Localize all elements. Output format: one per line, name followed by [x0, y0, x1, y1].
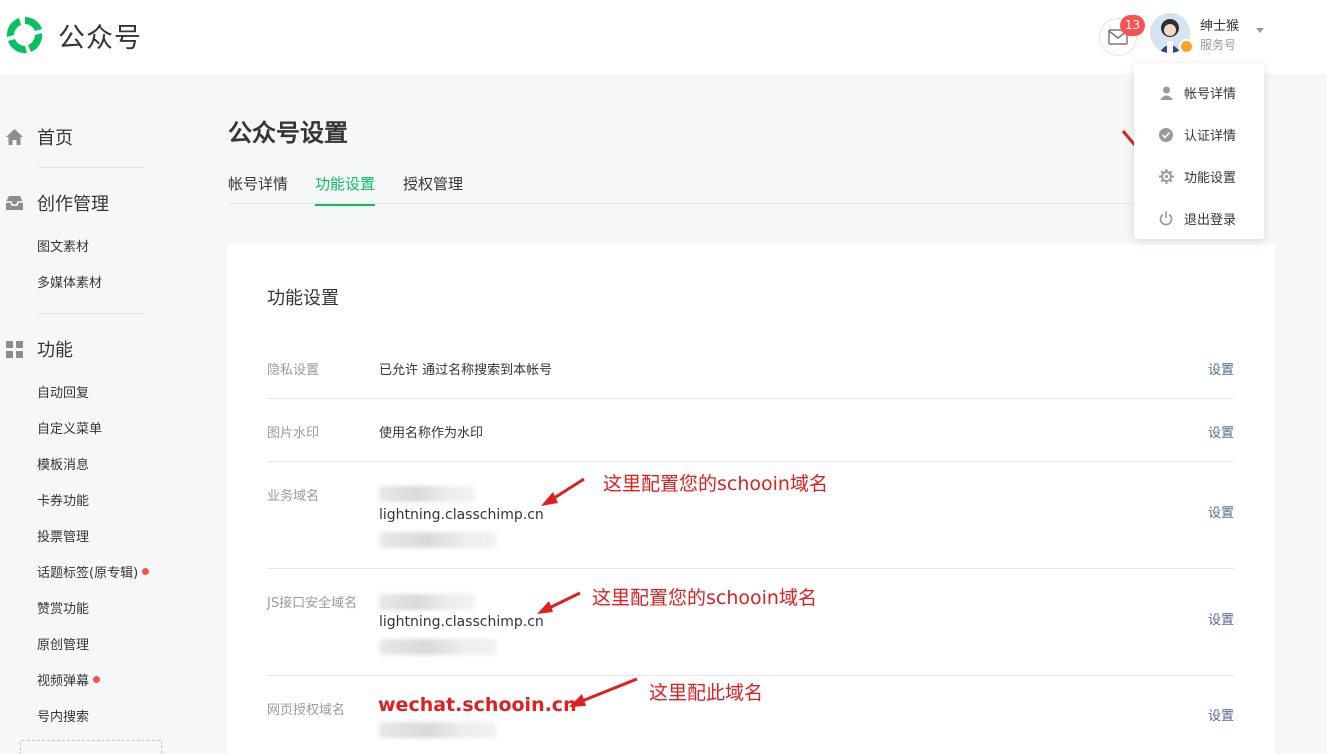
menu-item-label: 认证详情	[1184, 129, 1237, 144]
menu-item-feature-settings[interactable]: 功能设置	[1158, 167, 1236, 186]
verified-icon	[1158, 127, 1174, 143]
menu-item-verification-details[interactable]: 认证详情	[1158, 125, 1236, 144]
annotation-arrow-icon	[537, 130, 1159, 707]
power-icon	[1158, 211, 1174, 227]
menu-item-label: 功能设置	[1184, 171, 1237, 186]
menu-item-logout[interactable]: 退出登录	[1158, 209, 1236, 228]
menu-item-label: 帐号详情	[1184, 87, 1237, 102]
gear-icon	[1158, 169, 1174, 185]
user-dropdown-menu: 帐号详情 认证详情 功能设置 退出登录	[1134, 63, 1264, 239]
menu-item-account-details[interactable]: 帐号详情	[1158, 83, 1236, 102]
user-icon	[1158, 85, 1174, 101]
menu-item-label: 退出登录	[1184, 213, 1237, 228]
